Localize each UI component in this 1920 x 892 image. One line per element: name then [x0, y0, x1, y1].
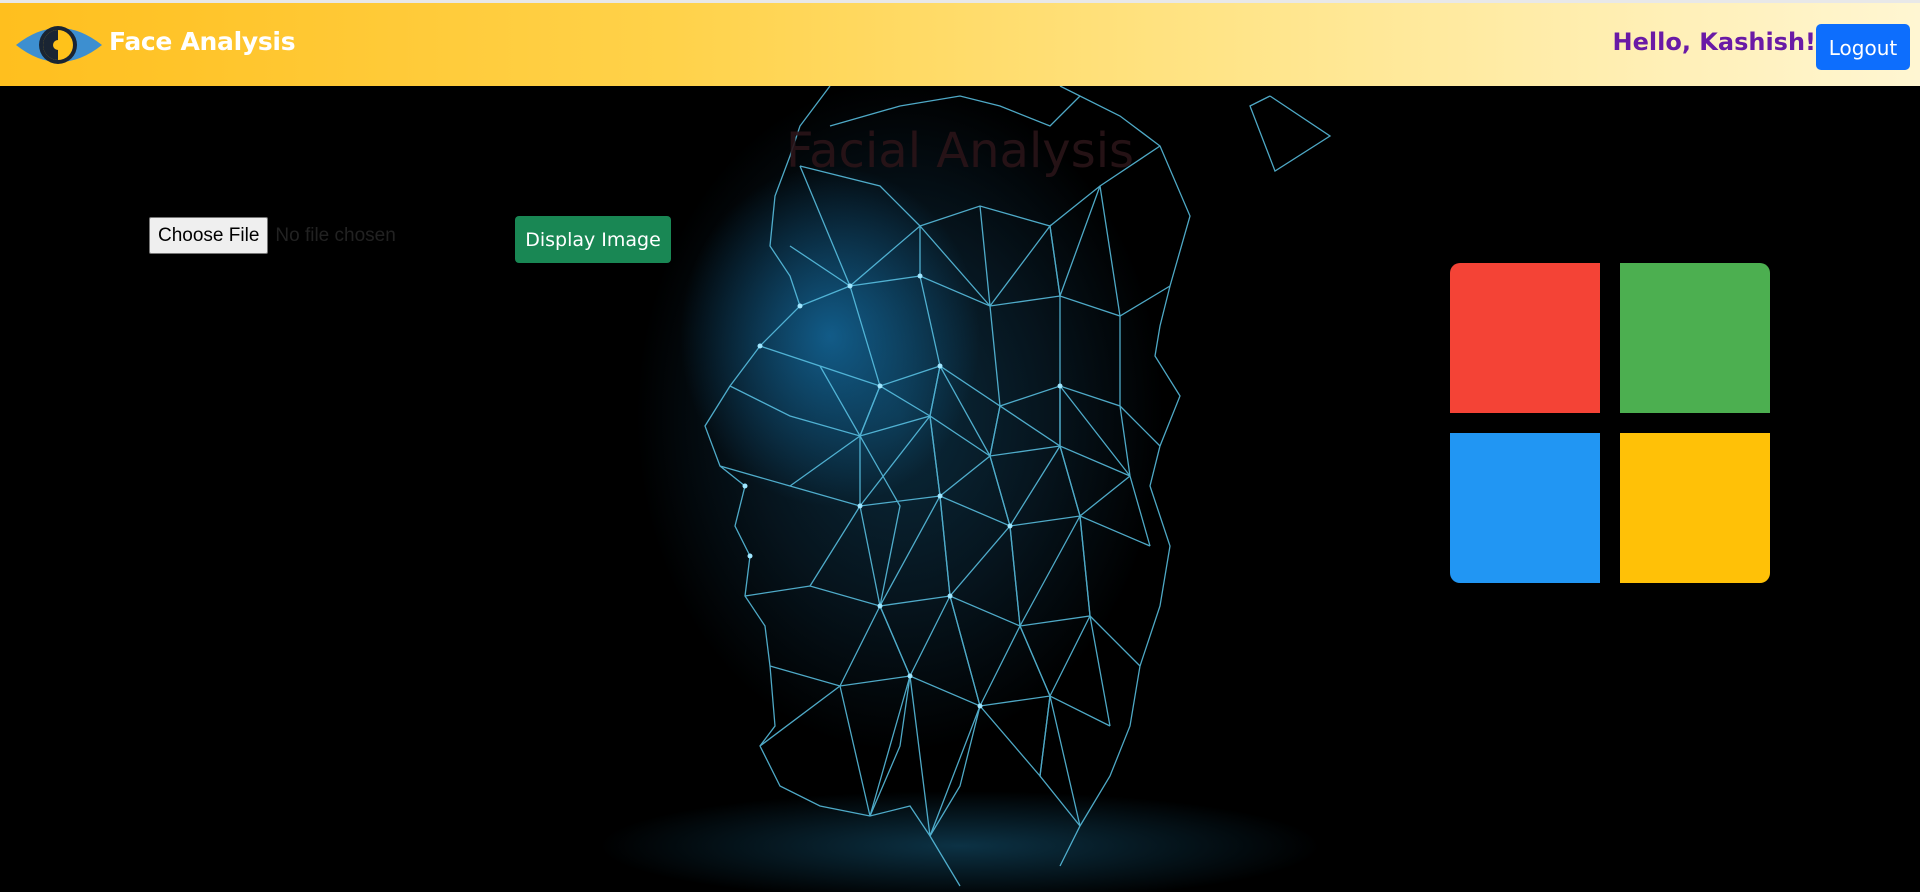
hero-section: Facial Analysis Choose File No file chos… [0, 86, 1920, 892]
choose-file-button[interactable]: Choose File [149, 217, 269, 254]
logo-tile-yellow [1620, 433, 1770, 583]
brand-title[interactable]: Face Analysis [109, 27, 296, 56]
logo-tile-red [1450, 263, 1600, 413]
logout-button[interactable]: Logout [1816, 24, 1910, 70]
eye-icon[interactable] [14, 19, 104, 71]
file-input[interactable]: Choose File No file chosen [149, 217, 396, 254]
page-heading: Facial Analysis [785, 123, 1135, 179]
display-image-button[interactable]: Display Image [515, 216, 671, 263]
logo-tile-green [1620, 263, 1770, 413]
top-navbar: Face Analysis Hello, Kashish! Logout [0, 0, 1920, 86]
logo-tile-blue [1450, 433, 1600, 583]
user-greeting: Hello, Kashish! [1612, 28, 1816, 56]
microsoft-logo-icon [1450, 263, 1770, 583]
file-status-text: No file chosen [275, 224, 396, 246]
